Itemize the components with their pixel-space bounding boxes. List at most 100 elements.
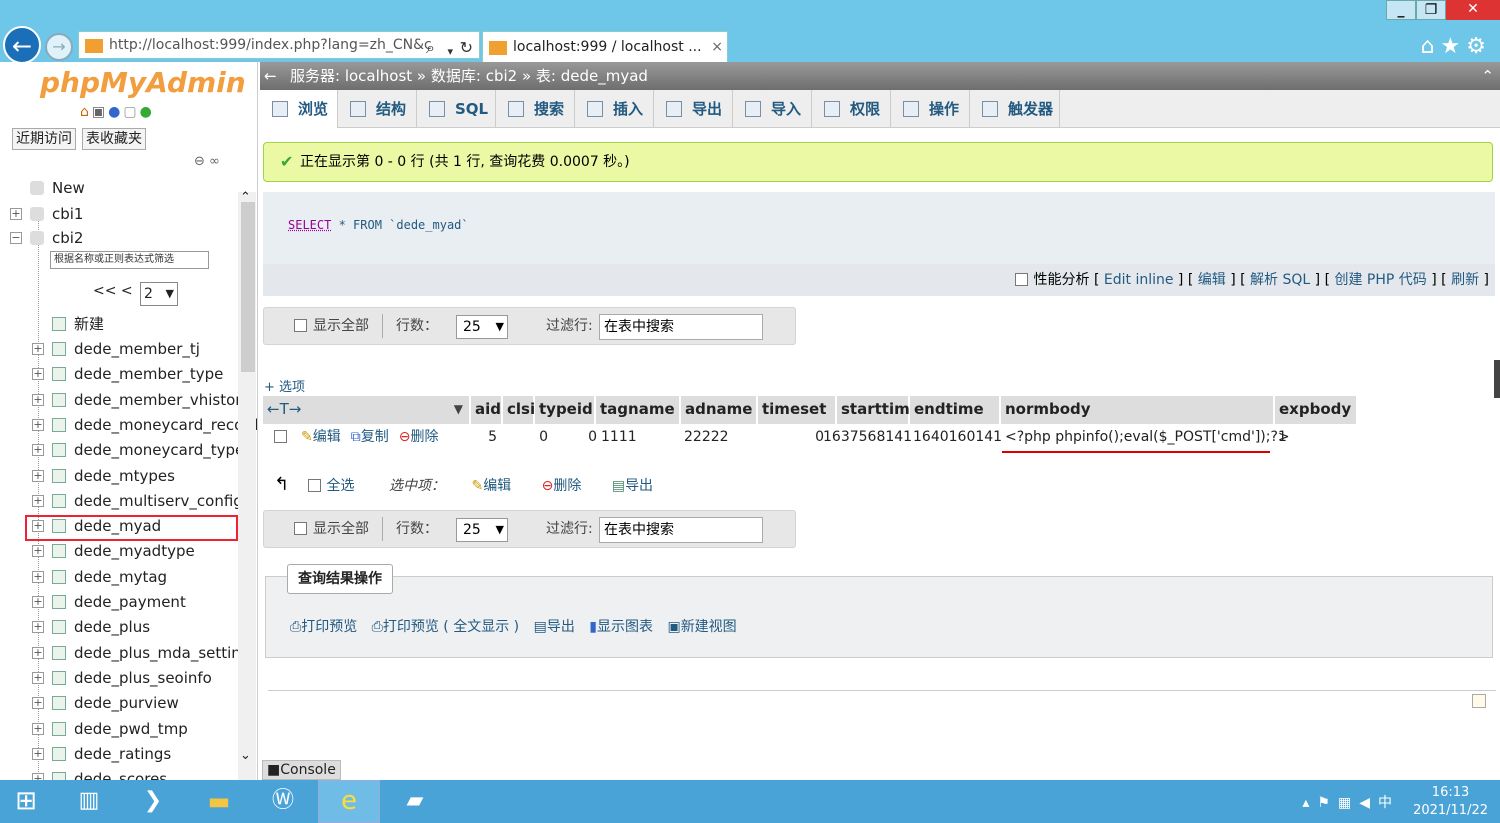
page-select[interactable]: 2 ▼ <box>140 282 178 306</box>
expand-icon[interactable]: + <box>32 343 44 355</box>
scroll-up-icon[interactable]: ⌃ <box>240 190 251 205</box>
refresh-link[interactable]: 刷新 <box>1451 272 1479 288</box>
volume-muted-icon[interactable]: ◀ <box>1359 795 1378 811</box>
table-filter-input[interactable]: 根据名称或正则表达式筛选 <box>50 251 209 269</box>
display-chart-link[interactable]: 显示图表 <box>597 619 653 635</box>
tab-search[interactable]: 搜索 <box>496 90 575 128</box>
row-delete-button[interactable]: 删除 <box>410 429 438 445</box>
select-all-label[interactable]: 全选 <box>327 478 355 494</box>
select-all-checkbox[interactable] <box>307 479 321 492</box>
column-header-adname[interactable]: adname <box>681 396 756 424</box>
expand-icon[interactable]: + <box>32 418 44 431</box>
tab-operations[interactable]: 操作 <box>891 90 970 128</box>
favorites-star-icon[interactable]: ★ <box>1441 34 1467 59</box>
sort-dropdown-icon[interactable]: ▼ <box>454 396 463 422</box>
edit-inline-link[interactable]: Edit inline <box>1104 272 1174 288</box>
tab-sql[interactable]: SQL <box>417 90 496 128</box>
column-header-tagname[interactable]: tagname <box>596 396 679 424</box>
close-window-icon[interactable]: ✕ <box>1446 0 1500 20</box>
column-header-aid[interactable]: aid <box>471 396 501 424</box>
cell-adname[interactable]: 22222 <box>684 426 729 448</box>
recent-button[interactable]: 近期访问 <box>12 128 76 150</box>
forward-arrow-icon[interactable]: → <box>45 33 73 61</box>
breadcrumb-server[interactable]: 服务器: localhost » <box>290 67 426 85</box>
breadcrumb-table[interactable]: 表: dede_myad <box>536 67 648 85</box>
expand-icon[interactable]: + <box>32 368 44 381</box>
filter-rows-input[interactable]: 在表中搜索 <box>599 314 763 340</box>
edit-link[interactable]: 编辑 <box>1198 272 1226 288</box>
expand-icon[interactable]: + <box>32 444 44 457</box>
column-header-endtime[interactable]: endtime <box>910 396 999 424</box>
favorites-button[interactable]: 表收藏夹 <box>82 128 146 150</box>
cell-tagname[interactable]: 1111 <box>601 426 637 448</box>
filter-rows-input[interactable]: 在表中搜索 <box>599 517 763 543</box>
expand-icon[interactable]: + <box>32 697 44 710</box>
expand-icon[interactable]: + <box>32 570 44 583</box>
maximize-icon[interactable]: ❐ <box>1416 0 1446 20</box>
bulk-edit-button[interactable]: 编辑 <box>483 478 511 494</box>
scroll-down-icon[interactable]: ⌄ <box>240 748 251 763</box>
server-manager-icon[interactable]: ▥ <box>58 780 120 823</box>
minimize-icon[interactable]: _ <box>1386 0 1416 20</box>
column-header-timeset[interactable]: timeset <box>758 396 835 424</box>
pager-prev[interactable]: << < <box>93 283 133 299</box>
tab-import[interactable]: 导入 <box>733 90 812 128</box>
create-view-link[interactable]: 新建视图 <box>681 619 737 635</box>
cell-starttime[interactable]: 1637568141 <box>823 426 912 448</box>
row-edit-button[interactable]: 编辑 <box>313 429 341 445</box>
explain-sql-link[interactable]: 解析 SQL <box>1250 272 1310 288</box>
expand-icon[interactable]: + <box>32 773 44 780</box>
home-icon[interactable]: ⌂ <box>80 104 92 120</box>
print-preview-link[interactable]: 打印预览 <box>301 619 357 635</box>
notepad-icon[interactable] <box>1472 694 1486 708</box>
tab-browse[interactable]: 浏览 <box>260 90 338 128</box>
column-arrows[interactable]: ←T→ ▼ <box>263 396 469 424</box>
app-icon[interactable]: ▰ <box>384 780 446 823</box>
expand-icon[interactable]: + <box>32 671 44 684</box>
network-icon[interactable]: ▦ <box>1338 795 1359 811</box>
column-header-clsid[interactable]: clsid <box>503 396 546 424</box>
tab-close-icon[interactable]: × <box>711 32 723 62</box>
bulk-export-button[interactable]: 导出 <box>625 478 653 494</box>
expand-icon[interactable]: + <box>32 722 44 735</box>
powershell-icon[interactable]: ❯ <box>122 780 184 823</box>
address-bar[interactable]: http://localhost:999/index.php?lang=zh_C… <box>78 31 480 59</box>
row-copy-button[interactable]: 复制 <box>361 429 389 445</box>
expand-icon[interactable]: + <box>32 469 44 482</box>
show-all-checkbox[interactable] <box>294 522 307 535</box>
collapse-icon[interactable]: − <box>10 232 22 244</box>
tab-triggers[interactable]: 触发器 <box>970 90 1060 128</box>
logout-icon[interactable]: ▣ <box>92 104 108 120</box>
expand-icon[interactable]: + <box>32 646 44 659</box>
windows-start-icon[interactable]: ⊞ <box>0 780 52 823</box>
column-header-normbody[interactable]: normbody <box>1001 396 1273 424</box>
bulk-delete-button[interactable]: 删除 <box>553 478 581 494</box>
row-checkbox[interactable] <box>274 430 287 443</box>
print-full-link[interactable]: 打印预览 ( 全文显示 ) <box>383 619 519 635</box>
docs-icon[interactable]: ▢ <box>123 104 139 120</box>
help-icon[interactable]: ● <box>108 104 123 120</box>
sidebar-scroll-thumb[interactable] <box>241 202 255 372</box>
collapse-sidebar-icon[interactable]: ← <box>264 62 282 90</box>
ime-indicator[interactable]: 中 <box>1378 795 1400 811</box>
reload-icon[interactable]: ● <box>140 104 155 120</box>
phpmyadmin-logo[interactable]: phpMyAdmin <box>40 66 246 99</box>
home-icon[interactable]: ⌂ <box>1421 34 1441 59</box>
column-header-typeid[interactable]: typeid <box>535 396 594 424</box>
flag-icon[interactable]: ⚑ <box>1317 795 1338 811</box>
tray-expand-icon[interactable]: ▴ <box>1302 795 1317 811</box>
tab-export[interactable]: 导出 <box>654 90 733 128</box>
breadcrumb-database[interactable]: 数据库: cbi2 » <box>431 67 531 85</box>
shield-app-icon[interactable]: Ⓦ <box>252 780 314 823</box>
expand-icon[interactable]: + <box>32 747 44 760</box>
browser-tab[interactable]: localhost:999 / localhost ... × <box>482 31 728 62</box>
cell-endtime[interactable]: 1640160141 <box>913 426 1002 448</box>
tab-structure[interactable]: 结构 <box>338 90 417 128</box>
tab-insert[interactable]: 插入 <box>575 90 654 128</box>
dropdown-icon[interactable]: ▾ <box>447 39 453 58</box>
settings-gear-icon[interactable]: ⚙ <box>1466 34 1492 59</box>
rows-select[interactable]: 25 ▼ <box>456 315 508 339</box>
collapse-all-icon[interactable]: ⊖ ∞ <box>194 154 220 169</box>
column-header-expbody[interactable]: expbody <box>1275 396 1356 424</box>
console-tab[interactable]: ■Console <box>262 760 341 780</box>
